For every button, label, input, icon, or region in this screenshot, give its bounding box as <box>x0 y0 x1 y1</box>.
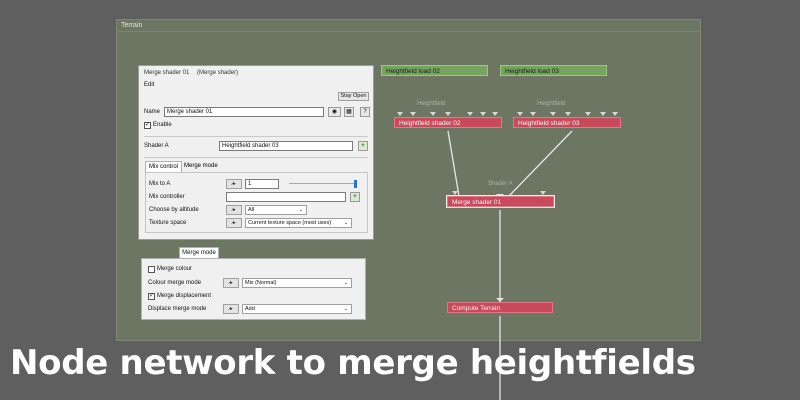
node-merge-shader-01[interactable]: Merge shader 01 <box>446 195 555 208</box>
notes-icon[interactable]: ▦ <box>344 107 354 117</box>
help-icon[interactable]: ? <box>360 107 370 117</box>
merge-colour-checkbox[interactable] <box>148 266 155 273</box>
choose-by-altitude-label: Choose by altitude <box>149 207 199 213</box>
choose-by-altitude-value: All <box>248 207 255 213</box>
port-label-heightfield-02: Heightfield <box>417 101 446 107</box>
node-compute-terrain[interactable]: Compute Terrain <box>447 302 553 313</box>
mix-controller-label: Mix controller <box>149 194 185 200</box>
input-port[interactable] <box>540 191 546 195</box>
input-port[interactable] <box>492 112 498 116</box>
input-port[interactable] <box>600 112 606 116</box>
input-port[interactable] <box>452 191 458 195</box>
node-heightfield-load-02[interactable]: Heightfield load 02 <box>381 65 488 76</box>
port-label-heightfield-03: Heightfield <box>537 101 566 107</box>
merge-displacement-checkbox[interactable]: ✓ <box>148 293 155 300</box>
input-port[interactable] <box>612 112 618 116</box>
stay-open-button[interactable]: Stay Open <box>338 92 369 101</box>
mix-to-a-input[interactable]: 1 <box>245 179 279 189</box>
texture-space-value: Current texture space (most uses) <box>248 220 332 226</box>
colour-merge-mode-value: Mix (Normal) <box>245 280 277 286</box>
name-label: Name <box>144 109 161 115</box>
node-heightfield-shader-02[interactable]: Heightfield shader 02 <box>394 117 502 128</box>
mix-to-a-slider[interactable] <box>289 183 357 184</box>
divider <box>144 157 368 158</box>
texture-space-label: Texture space <box>149 220 187 226</box>
port-label-shader-a: Shader A <box>488 181 513 187</box>
input-port[interactable] <box>530 112 536 116</box>
name-input[interactable]: Merge shader 01 <box>164 107 324 117</box>
mix-to-a-label: Mix to A <box>149 181 171 187</box>
tab-merge-mode[interactable]: Merge mode <box>181 161 221 172</box>
menu-edit[interactable]: Edit <box>144 82 154 88</box>
animate-icon[interactable]: ∕▸ <box>226 205 242 215</box>
displacement-merge-mode-select[interactable]: Add ⌄ <box>242 304 352 314</box>
chevron-down-icon: ⌄ <box>343 306 348 312</box>
input-port[interactable] <box>467 112 473 116</box>
preview-icon[interactable]: ◉ <box>328 107 341 117</box>
shader-a-label: Shader A <box>144 143 169 149</box>
animate-icon[interactable]: ∕▸ <box>226 179 242 189</box>
displacement-merge-mode-value: Add <box>245 306 255 312</box>
divider <box>144 136 368 137</box>
input-port[interactable] <box>410 112 416 116</box>
mix-to-a-slider-thumb[interactable] <box>354 180 357 188</box>
input-port[interactable] <box>550 112 556 116</box>
mix-controller-input[interactable] <box>226 192 346 202</box>
texture-space-select[interactable]: Current texture space (most uses) ⌄ <box>245 218 352 228</box>
tab-mix-control[interactable]: Mix control <box>145 161 183 172</box>
chevron-down-icon: ⌄ <box>343 280 348 286</box>
merge-colour-label: Merge colour <box>157 266 193 272</box>
dialog-title-name: Merge shader 01 <box>144 70 190 76</box>
caption-title: Node network to merge heightfields <box>10 343 696 383</box>
merge-displacement-label: Merge displacement <box>157 293 212 299</box>
input-port[interactable] <box>585 112 591 116</box>
node-heightfield-load-03[interactable]: Heightfield load 03 <box>500 65 607 76</box>
shader-a-input[interactable]: Heightfield shader 03 <box>219 141 353 151</box>
add-controller-icon[interactable]: + <box>350 192 360 202</box>
node-heightfield-shader-03[interactable]: Heightfield shader 03 <box>513 117 621 128</box>
input-port[interactable] <box>480 112 486 116</box>
chevron-down-icon: ⌄ <box>298 207 303 213</box>
input-port[interactable] <box>397 112 403 116</box>
terrain-title-divider <box>117 31 700 32</box>
dialog-title: Merge shader 01 (Merge shader) <box>144 70 238 76</box>
chevron-down-icon: ⌄ <box>343 220 348 226</box>
terrain-panel-title: Terrain <box>121 22 143 29</box>
input-port[interactable] <box>445 112 451 116</box>
input-port[interactable] <box>517 112 523 116</box>
enable-checkbox[interactable]: ✓ <box>144 122 151 129</box>
colour-merge-mode-select[interactable]: Mix (Normal) ⌄ <box>242 278 352 288</box>
colour-merge-mode-label: Colour merge mode <box>148 280 202 286</box>
animate-icon[interactable]: ∕▸ <box>226 218 242 228</box>
animate-icon[interactable]: ∕▸ <box>223 278 239 288</box>
dialog-title-type: (Merge shader) <box>197 70 239 76</box>
input-port[interactable] <box>565 112 571 116</box>
choose-by-altitude-select[interactable]: All ⌄ <box>245 205 307 215</box>
displacement-merge-mode-label: Displace merge mode <box>148 306 207 312</box>
animate-icon[interactable]: ∕▸ <box>223 304 239 314</box>
enable-label: Enable <box>153 122 172 128</box>
input-port[interactable] <box>430 112 436 116</box>
add-shader-icon[interactable]: + <box>358 141 368 151</box>
